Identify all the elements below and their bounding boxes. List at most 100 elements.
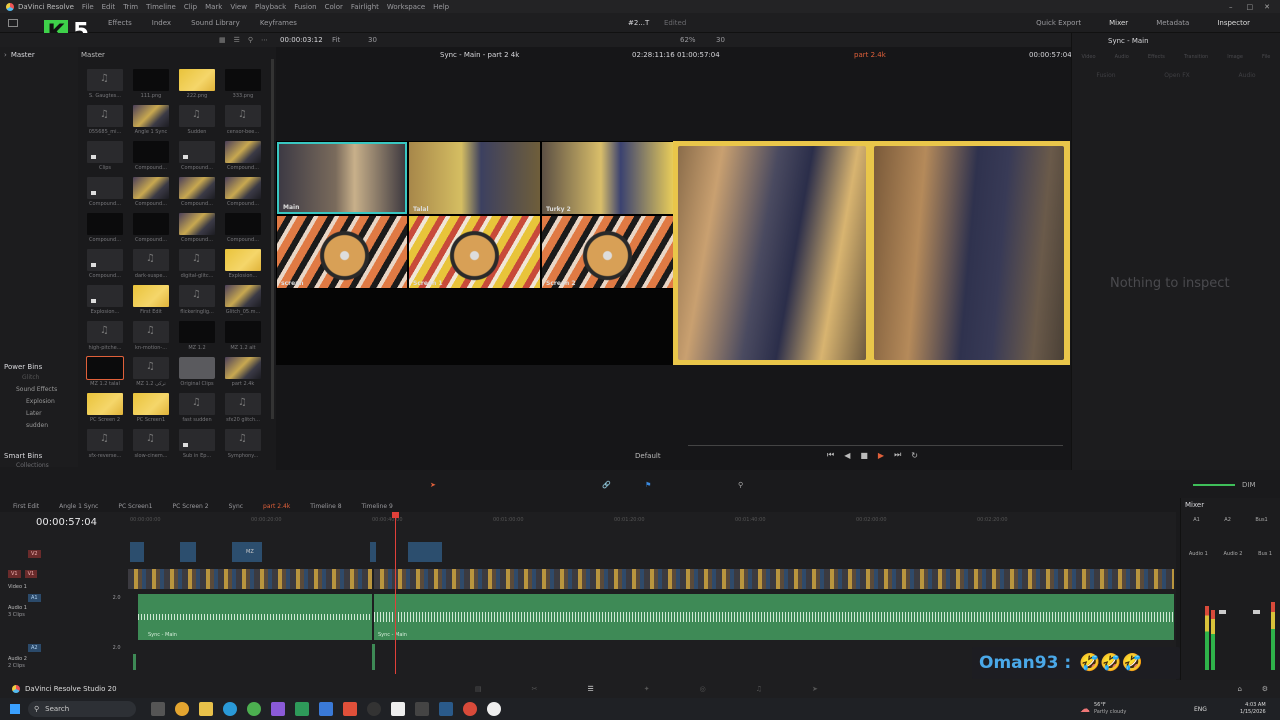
a2-clip[interactable]: [372, 644, 375, 670]
media-item[interactable]: Clips: [82, 141, 128, 171]
playback-preset-dropdown[interactable]: Default: [635, 452, 661, 460]
windows-start-icon[interactable]: [10, 704, 20, 714]
media-item[interactable]: S. Gaugtes...: [82, 69, 128, 99]
media-item[interactable]: sfx20 glitch...: [220, 393, 266, 423]
media-item[interactable]: 333.png: [220, 69, 266, 99]
page-color-icon[interactable]: ◎: [700, 685, 706, 693]
chrome-icon[interactable]: [175, 702, 189, 716]
weather[interactable]: ☁ 56°F Partly cloudy: [1080, 702, 1126, 716]
media-item[interactable]: MZ 1.2 alt: [220, 321, 266, 351]
terminal-icon[interactable]: [439, 702, 453, 716]
power-bin-item[interactable]: Glitch: [22, 374, 74, 381]
media-item[interactable]: 222.png: [174, 69, 220, 99]
media-item[interactable]: Compound...: [174, 177, 220, 207]
page-fusion-icon[interactable]: ✦: [644, 685, 650, 693]
link-icon[interactable]: 🔗: [602, 481, 611, 489]
media-item[interactable]: Sub in Ep...: [174, 429, 220, 459]
menu-view[interactable]: View: [230, 3, 247, 11]
menu-help[interactable]: Help: [433, 3, 449, 11]
playhead[interactable]: [392, 512, 399, 674]
media-item[interactable]: slow-cinem...: [128, 429, 174, 459]
home-icon[interactable]: ⌂: [1238, 685, 1242, 693]
track-label-v1-src[interactable]: V1: [8, 570, 21, 578]
multicam-angle-talal[interactable]: Talal: [409, 142, 540, 214]
step-back-icon[interactable]: ◀: [844, 451, 850, 460]
obs-icon[interactable]: [367, 702, 381, 716]
track-label-a1[interactable]: A1: [28, 594, 41, 602]
selection-tool-icon[interactable]: ➤: [430, 481, 436, 489]
close-icon[interactable]: ✕: [1264, 3, 1270, 11]
media-item[interactable]: part 2.4k: [220, 357, 266, 387]
inspector-tab-file[interactable]: File: [1262, 54, 1270, 60]
inspector-tab-audio[interactable]: Audio: [1115, 54, 1129, 60]
menu-trim[interactable]: Trim: [123, 3, 138, 11]
media-item[interactable]: flickeringlig...: [174, 285, 220, 315]
media-item[interactable]: kn-motion-...: [128, 321, 174, 351]
media-item[interactable]: Original Clips: [174, 357, 220, 387]
inspector-tab-transition[interactable]: Transition: [1184, 54, 1208, 60]
store-icon[interactable]: [319, 702, 333, 716]
maximize-icon[interactable]: □: [1247, 3, 1254, 11]
media-item[interactable]: Compound...: [128, 141, 174, 171]
chrome3-icon[interactable]: [463, 702, 477, 716]
timeline-tab[interactable]: Timeline 8: [303, 503, 348, 510]
v2-clip[interactable]: [180, 542, 196, 562]
power-bin-item[interactable]: sudden: [26, 422, 74, 429]
toolbar-quick-export[interactable]: Quick Export: [1036, 19, 1081, 27]
track-label-v2[interactable]: V2: [28, 550, 41, 558]
toolbar-index[interactable]: Index: [152, 19, 171, 27]
timeline-tab[interactable]: PC Screen1: [111, 503, 159, 510]
v1-clip[interactable]: [128, 569, 372, 589]
media-item[interactable]: MZ 1.2 ترکی: [128, 357, 174, 387]
v2-clip[interactable]: MZ: [232, 542, 262, 562]
grid-view-icon[interactable]: ▦: [219, 36, 226, 44]
menu-playback[interactable]: Playback: [255, 3, 286, 11]
more-icon[interactable]: ⋯: [261, 36, 268, 44]
media-item[interactable]: Angle 1 Sync: [128, 105, 174, 135]
taskbar-search[interactable]: ⚲ Search: [28, 701, 136, 717]
media-item[interactable]: First Edit: [128, 285, 174, 315]
multicam-angle-main[interactable]: Main: [277, 142, 407, 214]
inspector-tab-image[interactable]: Image: [1227, 54, 1243, 60]
media-pool-icon[interactable]: [8, 18, 18, 27]
app-icon[interactable]: [271, 702, 285, 716]
loop-icon[interactable]: ↻: [911, 451, 918, 460]
toolbar-keyframes[interactable]: Keyframes: [260, 19, 297, 27]
timeline-tab[interactable]: Timeline 9: [355, 503, 400, 510]
a1-clip[interactable]: Sync - Main: [138, 594, 372, 640]
menu-color[interactable]: Color: [325, 3, 343, 11]
menu-edit[interactable]: Edit: [102, 3, 116, 11]
smart-bins-collections[interactable]: Collections: [16, 462, 49, 469]
toolbar-effects[interactable]: Effects: [108, 19, 132, 27]
settings-icon[interactable]: ⚙: [1262, 685, 1268, 693]
media-item[interactable]: Compound...: [220, 141, 266, 171]
fader-a1[interactable]: [1219, 610, 1226, 614]
v2-clip[interactable]: [408, 542, 442, 562]
language-indicator[interactable]: ENG: [1194, 706, 1207, 713]
timeline-tab[interactable]: Sync: [222, 503, 250, 510]
v2-clip[interactable]: [130, 542, 144, 562]
skip-end-icon[interactable]: ⏭: [894, 450, 901, 460]
brave-icon[interactable]: [343, 702, 357, 716]
toolbar-inspector[interactable]: Inspector: [1217, 19, 1250, 27]
menu-clip[interactable]: Clip: [184, 3, 197, 11]
media-item[interactable]: Symphony...: [220, 429, 266, 459]
a2-clip[interactable]: [133, 654, 136, 670]
page-fairlight-icon[interactable]: ♫: [756, 685, 762, 693]
media-item[interactable]: 111.png: [128, 69, 174, 99]
multicam-angle-screan2[interactable]: Screan 2: [542, 216, 673, 288]
multicam-angle-screan[interactable]: screan: [277, 216, 407, 288]
dim-button[interactable]: DIM: [1242, 481, 1256, 489]
multicam-angle-screan1[interactable]: Screan 1: [409, 216, 540, 288]
media-item[interactable]: MZ 1.2: [174, 321, 220, 351]
resolve-task-icon[interactable]: [415, 702, 429, 716]
media-item[interactable]: Sudden: [174, 105, 220, 135]
power-bin-item[interactable]: Explosion: [26, 398, 74, 405]
track-label-v1[interactable]: V1: [24, 570, 38, 578]
media-item[interactable]: Compound...: [82, 177, 128, 207]
inspector-subtab-fusion[interactable]: Fusion: [1096, 72, 1115, 79]
timeline-tab[interactable]: PC Screen 2: [166, 503, 216, 510]
inspector-tab-video[interactable]: Video: [1082, 54, 1096, 60]
media-item[interactable]: Glitch_05.m...: [220, 285, 266, 315]
menu-mark[interactable]: Mark: [205, 3, 222, 11]
